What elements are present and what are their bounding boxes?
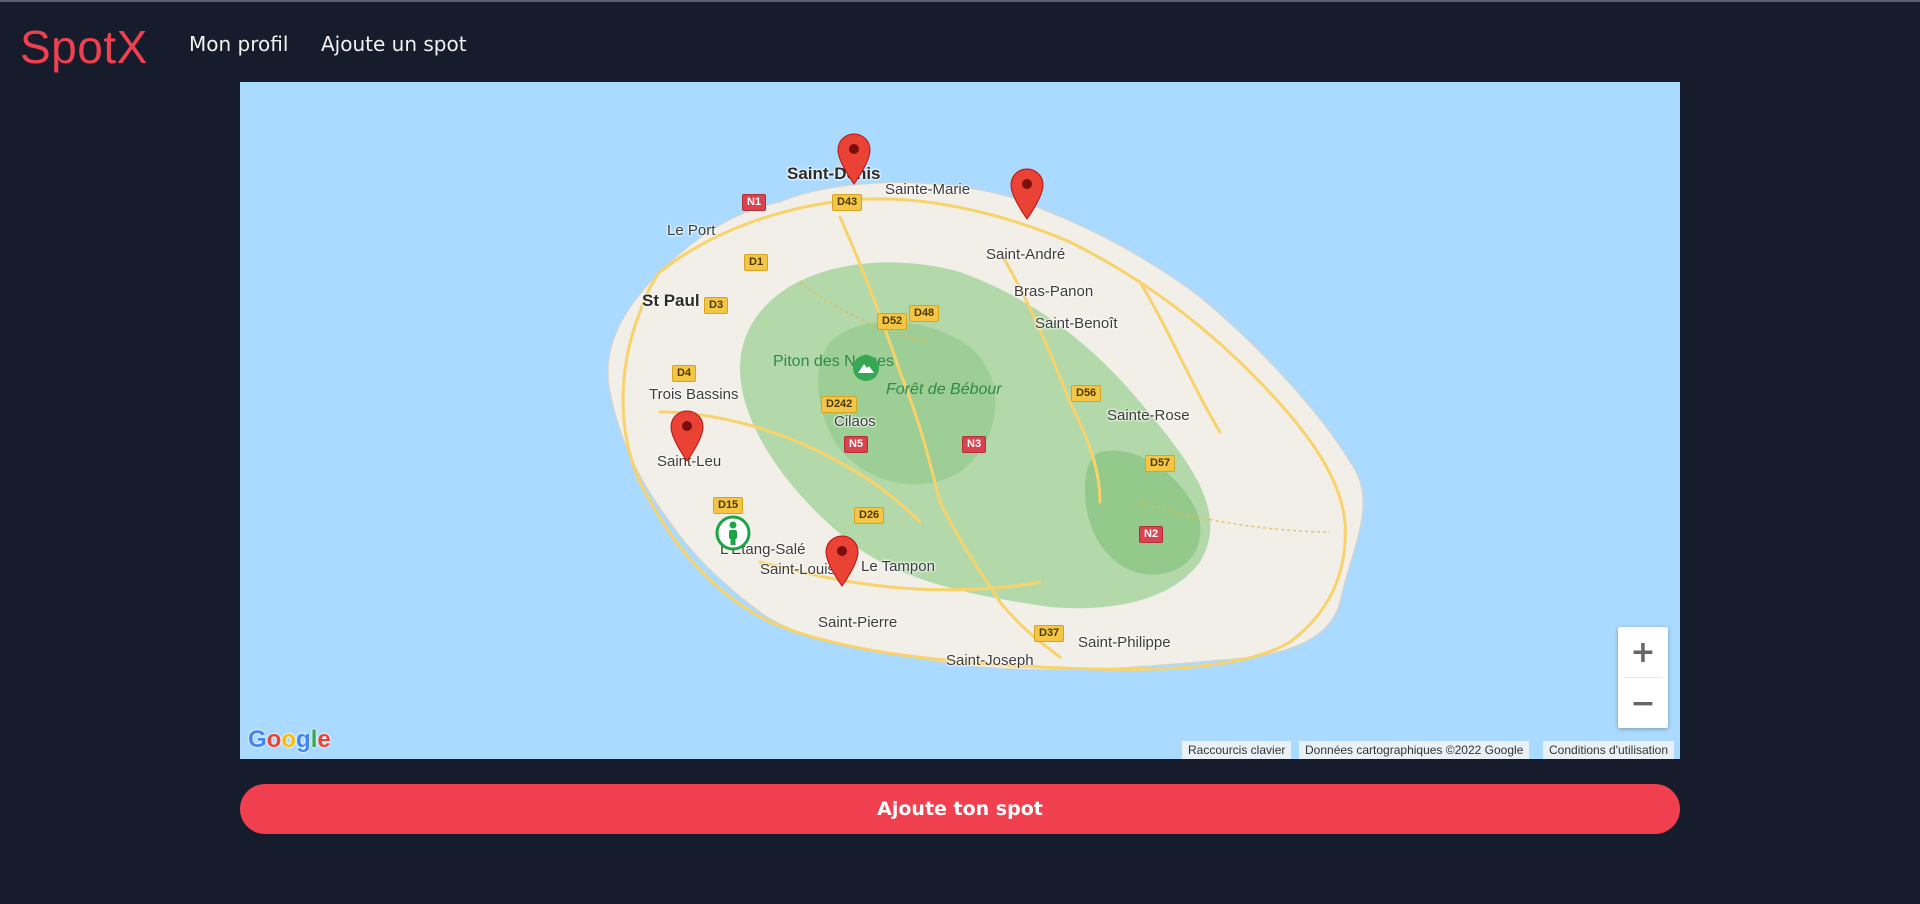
map-label-saint-benoit: Saint-Benoît: [1035, 315, 1118, 332]
road-shield-n1: N1: [742, 194, 767, 211]
keyboard-shortcuts-link[interactable]: Raccourcis clavier: [1182, 741, 1292, 759]
street-view-pegman-icon[interactable]: [714, 514, 752, 552]
road-shield-d3: D3: [704, 297, 729, 314]
road-shield-d37: D37: [1034, 625, 1065, 642]
map-label-saint-joseph: Saint-Joseph: [946, 652, 1034, 669]
road-shield-n3: N3: [962, 436, 987, 453]
map-label-piton-des-neiges: Piton des Neiges: [773, 353, 894, 370]
map-label-cilaos: Cilaos: [834, 413, 876, 430]
google-logo[interactable]: Google: [248, 726, 331, 754]
map-zoom-control: + −: [1618, 627, 1668, 728]
map-label-st-paul: St Paul: [642, 291, 700, 310]
road-shield-d15: D15: [713, 497, 744, 514]
map-label-trois-bassins: Trois Bassins: [649, 386, 739, 403]
map-label-le-port: Le Port: [667, 222, 716, 239]
road-shield-n5: N5: [844, 436, 869, 453]
map-label-sainte-marie: Sainte-Marie: [885, 181, 971, 198]
map-label-foret-de-bebour: Forêt de Bébour: [886, 381, 1002, 398]
road-shield-n2: N2: [1139, 526, 1164, 543]
road-shield-d242: D242: [821, 396, 858, 413]
zoom-in-button[interactable]: +: [1618, 627, 1668, 677]
road-shield-d26: D26: [854, 507, 885, 524]
map-marker-saint-louis[interactable]: [825, 535, 859, 587]
map-label-saint-andre: Saint-André: [986, 246, 1066, 263]
road-shield-d43: D43: [832, 194, 863, 211]
map-label-saint-pierre: Saint-Pierre: [818, 614, 898, 631]
map-container[interactable]: Saint-Denis Sainte-Marie Le Port Saint-A…: [240, 82, 1680, 759]
map-data-attribution: Données cartographiques ©2022 Google: [1299, 741, 1530, 759]
map-label-le-tampon: Le Tampon: [861, 558, 935, 575]
map-label-bras-panon: Bras-Panon: [1014, 283, 1094, 300]
navbar: SpotX Mon profil Ajoute un spot: [0, 2, 1920, 82]
mountain-icon: [853, 355, 879, 381]
ajoute-ton-spot-button[interactable]: Ajoute ton spot: [240, 784, 1680, 834]
road-shield-d57: D57: [1145, 455, 1176, 472]
road-shield-d48: D48: [909, 305, 940, 322]
brand-logo[interactable]: SpotX: [20, 20, 148, 74]
map-label-sainte-rose: Sainte-Rose: [1107, 407, 1190, 424]
map-marker-saint-leu[interactable]: [670, 410, 704, 462]
map-label-saint-louis: Saint-Louis: [760, 561, 836, 578]
road-shield-d52: D52: [877, 313, 908, 330]
map-marker-saint-andre[interactable]: [1010, 168, 1044, 220]
terms-of-use-link[interactable]: Conditions d'utilisation: [1543, 741, 1675, 759]
road-shield-d56: D56: [1071, 385, 1102, 402]
road-shield-d1: D1: [744, 254, 769, 271]
nav-link-ajoute-un-spot[interactable]: Ajoute un spot: [321, 32, 467, 56]
zoom-out-button[interactable]: −: [1618, 678, 1668, 728]
nav-link-mon-profil[interactable]: Mon profil: [189, 32, 288, 56]
road-shield-d4: D4: [672, 365, 697, 382]
map-label-saint-philippe: Saint-Philippe: [1078, 634, 1171, 651]
map-marker-saint-denis[interactable]: [837, 133, 871, 185]
